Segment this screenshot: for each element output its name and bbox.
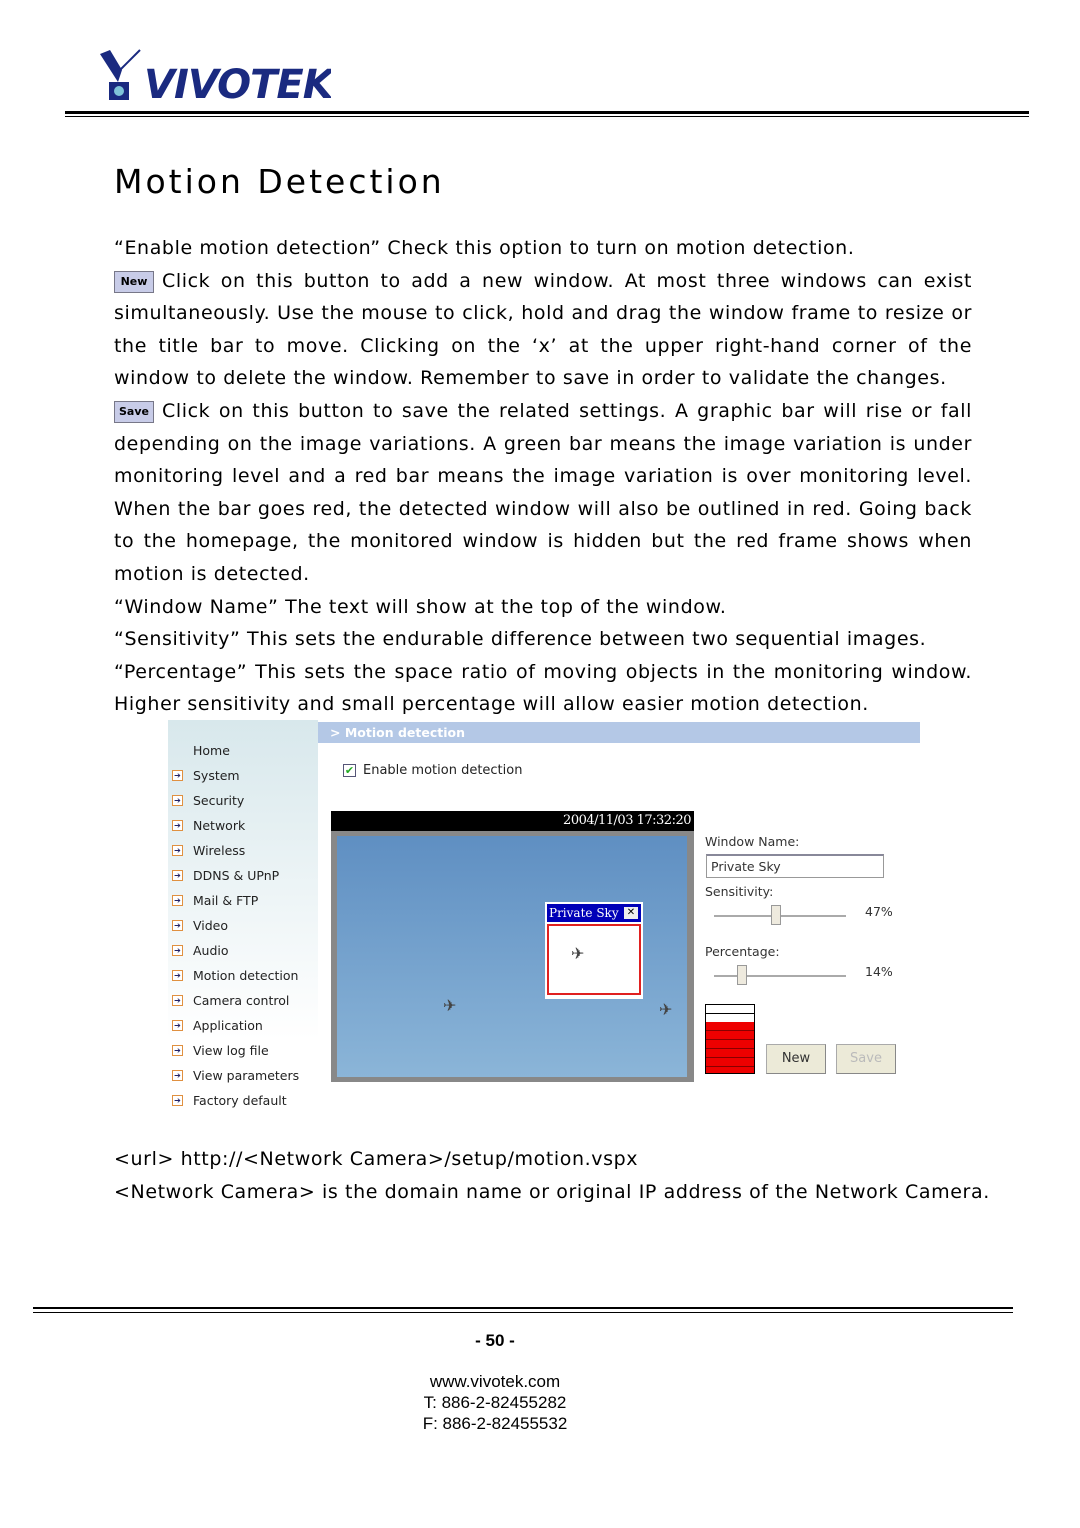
arrow-icon: ➔ [172,819,183,831]
video-view: 2004/11/03 17:32:20 ✈ ✈ Private Sky ✕ ✈ [331,811,694,1082]
motion-window-title-text: Private Sky [549,906,619,920]
sidebar-item-mail-ftp[interactable]: ➔ Mail & FTP [172,890,258,910]
enable-label: Enable motion detection [363,763,523,778]
window-name-input[interactable]: Private Sky [706,854,884,878]
new-button-icon: New [114,270,154,293]
sidebar-item-label: Factory default [193,1092,287,1108]
paragraph-new: New Click on this button to add a new win… [114,265,972,395]
motion-window-title[interactable]: Private Sky ✕ [547,904,641,922]
sidebar-item-application[interactable]: ➔ Application [172,1015,263,1035]
sidebar-item-label: Home [193,742,230,758]
save-description: Click on this button to save the related… [114,399,972,585]
arrow-icon: ➔ [172,894,183,906]
save-button-icon: Save [114,400,154,423]
paragraph-percentage: “Percentage” This sets the space ratio o… [114,660,972,716]
percentage-value: 14% [865,964,893,979]
sensitivity-label: Sensitivity: [705,884,774,899]
percentage-slider[interactable] [714,965,846,985]
sensitivity-slider-thumb[interactable] [771,905,782,925]
arrow-icon: ➔ [172,1094,183,1106]
motion-window-frame[interactable]: ✈ [547,924,641,995]
footer-website: www.vivotek.com [429,1372,561,1391]
arrow-icon: ➔ [172,1069,183,1081]
arrow-icon: ➔ [172,969,183,981]
footer-fax: F: 886-2-82455532 [422,1414,568,1433]
url-note: <Network Camera> is the domain name or o… [114,1181,990,1203]
sidebar: Home ➔ System ➔ Security ➔ Network ➔ Wireless ➔ DD… [168,720,318,1120]
arrow-icon: ➔ [172,944,183,956]
sidebar-item-security[interactable]: ➔ Security [172,790,244,810]
sidebar-item-label: Network [193,817,246,833]
bird-icon: ✈ [443,996,457,1015]
sidebar-item-view-parameters[interactable]: ➔ View parameters [172,1065,299,1085]
header-rule [65,111,1029,117]
footer-tel: T: 886-2-82455282 [423,1393,567,1412]
page-title: Motion Detection [114,162,445,201]
arrow-icon: ➔ [172,994,183,1006]
sidebar-item-label: System [193,767,240,783]
sidebar-item-label: Camera control [193,992,290,1008]
sidebar-item-audio[interactable]: ➔ Audio [172,940,229,960]
enable-motion-checkbox[interactable]: ✔ Enable motion detection [343,763,522,778]
checkbox-icon[interactable]: ✔ [343,764,356,777]
paragraph-enable: “Enable motion detection” Check this opt… [114,237,855,259]
sidebar-item-network[interactable]: ➔ Network [172,815,245,835]
sidebar-item-label: Application [193,1017,263,1033]
close-icon[interactable]: ✕ [624,907,638,919]
arrow-icon: ➔ [172,1044,183,1056]
arrow-icon: ➔ [172,769,183,781]
sidebar-item-label: Mail & FTP [193,892,259,908]
sidebar-item-system[interactable]: ➔ System [172,765,240,785]
motion-window[interactable]: Private Sky ✕ ✈ [545,902,643,999]
bird-icon: ✈ [659,1000,673,1019]
sensitivity-slider[interactable] [714,905,846,925]
arrow-icon: ➔ [172,869,183,881]
window-name-label: Window Name: [705,834,800,849]
new-button[interactable]: New [766,1044,826,1074]
arrow-icon: ➔ [172,844,183,856]
sidebar-item-video[interactable]: ➔ Video [172,915,228,935]
footer-rule [33,1307,1013,1313]
bird-icon: ✈ [571,944,585,963]
motion-level-fill [706,1022,754,1073]
sidebar-item-label: View log file [193,1042,269,1058]
sidebar-item-label: Wireless [193,842,246,858]
sidebar-item-label: Video [193,917,229,933]
paragraph-sensitivity: “Sensitivity” This sets the endurable di… [114,628,927,651]
save-button[interactable]: Save [836,1044,896,1074]
sidebar-item-view-log-file[interactable]: ➔ View log file [172,1040,269,1060]
motion-detection-screenshot: Home ➔ System ➔ Security ➔ Network ➔ Wireless ➔ DD… [168,720,920,1120]
sidebar-item-label: Security [193,792,245,808]
sidebar-item-factory-default[interactable]: ➔ Factory default [172,1090,287,1110]
percentage-label: Percentage: [705,944,780,959]
sidebar-item-wireless[interactable]: ➔ Wireless [172,840,245,860]
timestamp: 2004/11/03 17:32:20 [331,811,694,831]
paragraph-save: Save Click on this button to save the rel… [114,395,972,591]
settings-panel: Window Name: Private Sky Sensitivity: 47… [705,720,920,1120]
sidebar-item-motion-detection[interactable]: ➔ Motion detection [172,965,298,985]
percentage-slider-thumb[interactable] [737,965,748,985]
new-description: Click on this button to add a new window… [114,269,972,390]
url-line: <url> http://<Network Camera>/setup/moti… [114,1148,639,1170]
page-number: - 50 - [475,1331,515,1350]
motion-level-bar [705,1004,755,1074]
sidebar-item-label: DDNS & UPnP [193,867,280,883]
arrow-icon: ➔ [172,919,183,931]
sidebar-item-ddns-upnp[interactable]: ➔ DDNS & UPnP [172,865,279,885]
vivotek-logo: VIVOTEK [96,48,338,108]
sidebar-item-home[interactable]: Home [172,740,230,760]
arrow-icon: ➔ [172,1019,183,1031]
arrow-icon: ➔ [172,794,183,806]
sidebar-item-camera-control[interactable]: ➔ Camera control [172,990,289,1010]
sidebar-item-label: Audio [193,942,229,958]
sidebar-item-label: Motion detection [193,967,299,983]
paragraph-window-name: “Window Name” The text will show at the … [114,595,727,618]
sensitivity-value: 47% [865,904,893,919]
body-text: “Enable motion detection” Check this opt… [114,232,972,721]
logo-text: VIVOTEK [144,62,331,104]
sidebar-item-label: View parameters [193,1067,300,1083]
